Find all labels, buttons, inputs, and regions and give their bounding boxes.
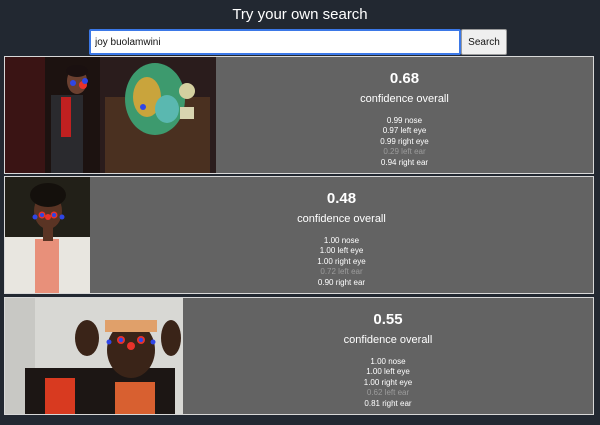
result-thumbnail <box>5 177 90 293</box>
keypoint-right-eye: 0.99 right eye <box>380 136 429 146</box>
speaker-photo <box>5 57 216 173</box>
page-title: Try your own search <box>232 6 368 23</box>
portrait-photo <box>5 177 90 293</box>
result-info: 0.48 confidence overall 1.00 nose 1.00 l… <box>90 177 593 293</box>
result-card-3: 0.55 confidence overall 1.00 nose 1.00 l… <box>4 297 594 415</box>
keypoint-right-eye: 1.00 right eye <box>317 256 366 266</box>
keypoint-nose: 1.00 nose <box>370 357 406 366</box>
result-info: 0.55 confidence overall 1.00 nose 1.00 l… <box>183 298 593 414</box>
keypoint-list: 1.00 nose 1.00 left eye 1.00 right eye 0… <box>183 357 593 409</box>
keypoint-right-eye: 1.00 right eye <box>363 377 413 387</box>
search-button[interactable]: Search <box>461 29 507 55</box>
result-thumbnail <box>5 298 183 414</box>
keypoint-left-eye: 0.97 left eye <box>382 126 427 136</box>
keypoint-left-ear: 0.29 left ear <box>383 147 426 157</box>
search-input[interactable] <box>89 29 461 55</box>
confidence-caption: confidence overall <box>297 213 386 225</box>
confidence-score: 0.48 <box>326 190 357 207</box>
confidence-caption: confidence overall <box>343 334 433 346</box>
result-card-2: 0.48 confidence overall 1.00 nose 1.00 l… <box>4 176 594 294</box>
keypoint-left-ear: 0.72 left ear <box>320 267 363 277</box>
keypoint-right-ear: 0.94 right ear <box>380 157 429 167</box>
result-info: 0.68 confidence overall 0.99 nose 0.97 l… <box>216 57 593 173</box>
keypoint-nose: 1.00 nose <box>323 236 360 245</box>
confidence-score: 0.55 <box>373 311 403 328</box>
result-thumbnail <box>5 57 216 173</box>
portrait-photo <box>5 298 183 414</box>
keypoint-list: 0.99 nose 0.97 left eye 0.99 right eye 0… <box>216 116 593 168</box>
keypoint-list: 1.00 nose 1.00 left eye 1.00 right eye 0… <box>90 236 593 288</box>
keypoint-nose: 0.99 nose <box>386 116 423 125</box>
confidence-score: 0.68 <box>389 70 420 87</box>
confidence-caption: confidence overall <box>360 93 449 105</box>
keypoint-left-ear: 0.62 left ear <box>366 388 410 398</box>
keypoint-left-eye: 1.00 left eye <box>319 246 364 256</box>
keypoint-right-ear: 0.81 right ear <box>364 398 412 408</box>
keypoint-right-ear: 0.90 right ear <box>317 277 366 287</box>
keypoint-left-eye: 1.00 left eye <box>366 367 410 377</box>
result-card-1: 0.68 confidence overall 0.99 nose 0.97 l… <box>4 56 594 174</box>
